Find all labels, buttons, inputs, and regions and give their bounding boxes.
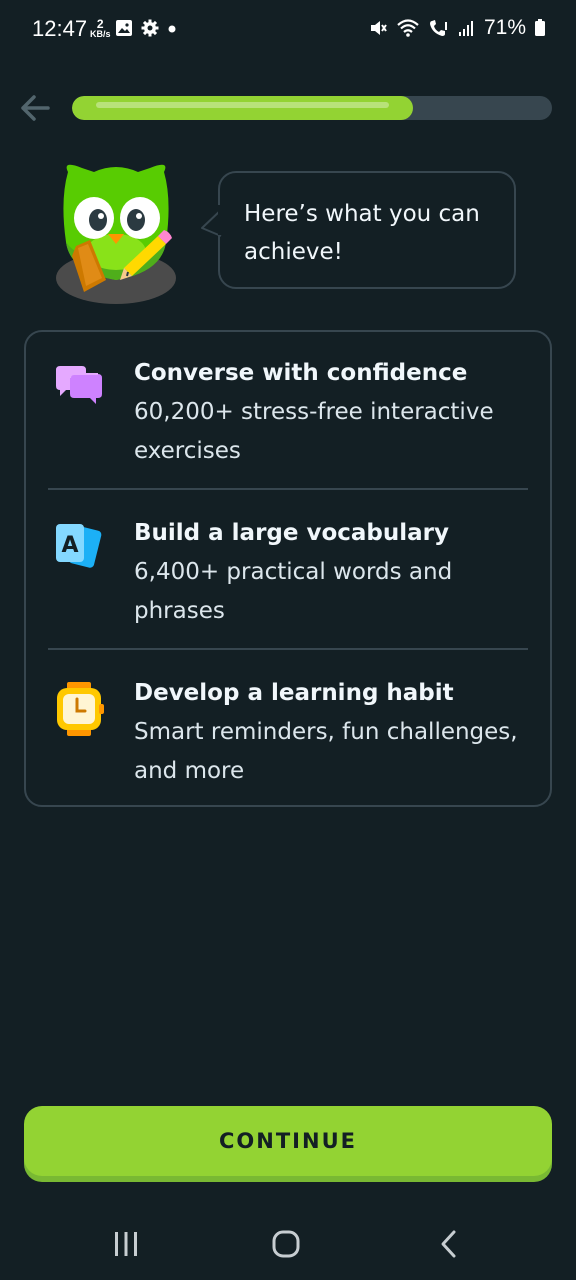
continue-button-label: CONTINUE: [219, 1129, 357, 1153]
dot-icon: [168, 25, 176, 33]
status-time: 12:47: [32, 16, 88, 41]
progress-bar-highlight: [96, 102, 389, 108]
feature-title: Converse with confidence: [134, 360, 468, 386]
wifi-icon: [397, 19, 419, 37]
navigation-bar: [0, 1206, 576, 1280]
owl-mascot-icon: [56, 164, 176, 304]
status-right-icons: 71%: [368, 16, 546, 40]
settings-gear-icon: [141, 19, 159, 37]
vocabulary-card-letter: A: [61, 533, 78, 558]
network-speed-unit: KB/s: [90, 29, 111, 39]
network-speed: 2 KB/s: [90, 18, 111, 39]
divider: [48, 488, 528, 490]
progress-bar-fill: [72, 96, 413, 120]
feature-item-conversation: Converse with confidence 60,200+ stress-…: [26, 332, 550, 488]
volte-call-icon: [429, 20, 447, 36]
feature-description: 6,400+ practical words and phrases: [134, 559, 453, 624]
features-card: Converse with confidence 60,200+ stress-…: [24, 330, 552, 807]
recent-apps-icon[interactable]: [106, 1226, 146, 1262]
status-bar: 12:47 2 KB/s 71%: [0, 0, 576, 60]
feature-description: Smart reminders, fun challenges, and mor…: [134, 719, 518, 784]
continue-button[interactable]: CONTINUE: [24, 1106, 552, 1176]
arrow-left-icon[interactable]: [18, 92, 54, 124]
battery-icon: [535, 19, 545, 36]
feature-description: 60,200+ stress-free interactive exercise…: [134, 399, 494, 464]
watch-icon: [57, 682, 104, 736]
back-icon[interactable]: [428, 1226, 468, 1262]
feature-title: Build a large vocabulary: [134, 520, 450, 546]
progress-bar: [72, 96, 552, 120]
feature-item-habit: Develop a learning habit Smart reminders…: [26, 652, 550, 808]
home-icon[interactable]: [266, 1226, 306, 1262]
feature-title: Develop a learning habit: [134, 680, 454, 706]
vocabulary-cards-icon: A: [56, 524, 102, 568]
onboarding-screen: 12:47 2 KB/s 71% Here’s what you can ach…: [0, 0, 576, 1280]
chat-bubbles-icon: [56, 366, 102, 404]
speech-bubble-text: Here’s what you can achieve!: [244, 201, 480, 265]
divider: [48, 648, 528, 650]
speech-bubble: Here’s what you can achieve!: [218, 171, 516, 289]
signal-icon: [458, 21, 473, 36]
gallery-icon: [116, 20, 132, 36]
bubble-tail-joint: [218, 205, 222, 235]
status-left-icons: [115, 19, 177, 37]
feature-item-vocabulary: A Build a large vocabulary 6,400+ practi…: [26, 492, 550, 648]
mute-icon: [370, 21, 387, 35]
battery-percentage: 71%: [483, 16, 526, 39]
